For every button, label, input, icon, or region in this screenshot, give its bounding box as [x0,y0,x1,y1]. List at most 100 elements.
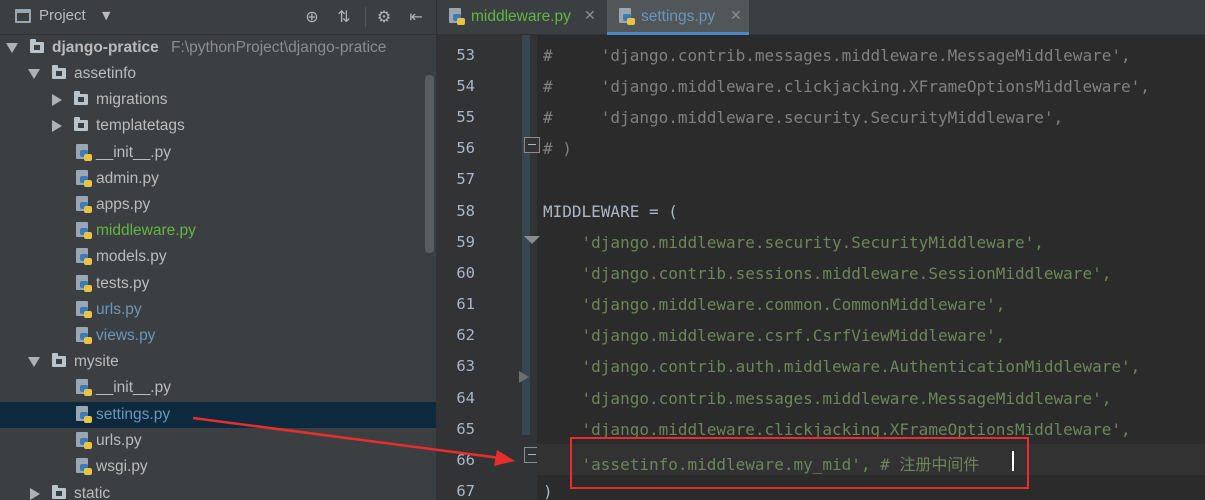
tab-label: middleware.py [471,8,571,25]
tree-item-file[interactable]: urls.py [0,297,436,323]
code-text: # 'django.contrib.messages.middleware.Me… [543,46,1131,65]
code-area[interactable]: # 'django.contrib.messages.middleware.Me… [537,35,1205,500]
tree-item-templatetags[interactable]: templatetags [0,113,436,139]
line-number: 61 [456,295,475,313]
tree-scrollbar[interactable] [425,75,434,253]
python-file-icon [76,301,92,319]
python-file-icon [76,196,92,214]
python-file-icon [76,458,92,476]
tree-item-file[interactable]: __init__.py [0,140,436,166]
folder-icon [74,117,88,131]
chevron-down-icon[interactable]: ▼ [102,9,110,22]
tree-item-label: tests.py [96,275,150,292]
tree-item-file[interactable]: admin.py [0,166,436,192]
tree-item-label: django-pratice [52,39,159,56]
python-file-icon [76,144,92,162]
code-line: MIDDLEWARE = ( [537,195,1205,226]
line-number: 54 [456,77,475,95]
folder-icon [52,65,66,79]
locate-file-icon[interactable]: ⊕ [301,6,323,28]
tree-item-label: templatetags [96,117,185,134]
tree-item-path: F:\pythonProject\django-pratice [171,39,387,56]
line-number: 66 [456,451,475,469]
line-number: 56 [456,139,475,157]
code-line: 'django.contrib.auth.middleware.Authenti… [537,350,1205,381]
code-editor: middleware.py ✕ settings.py ✕ 53 54 55 5… [436,0,1205,500]
tab-settings[interactable]: settings.py ✕ [607,0,749,35]
folder-icon [30,39,44,53]
tree-item-label: urls.py [96,432,142,449]
tree-item-migrations[interactable]: migrations [0,87,436,113]
tree-item-file[interactable]: urls.py [0,428,436,454]
code-line: 'django.middleware.csrf.CsrfViewMiddlewa… [537,319,1205,350]
close-icon[interactable]: ✕ [584,8,596,24]
tree-item-file[interactable]: models.py [0,244,436,270]
close-icon[interactable]: ✕ [730,8,742,24]
code-text: ) [543,482,553,500]
python-file-icon [76,275,92,293]
tree-item-label: models.py [96,248,167,265]
code-line: # 'django.middleware.security.SecurityMi… [537,101,1205,132]
tree-item-static[interactable]: static [0,481,436,500]
project-tool-window: Project ▼ ⊕ ⇅ ⚙ ⇤ django-pratice F:\pyth… [0,0,436,500]
code-text: MIDDLEWARE = ( [543,202,678,221]
python-file-icon [619,8,635,26]
run-gutter-icon[interactable] [519,371,529,383]
tree-item-root[interactable]: django-pratice F:\pythonProject\django-p… [0,35,436,61]
tree-item-label: settings.py [96,406,171,423]
line-number: 65 [456,420,475,438]
python-file-icon [76,432,92,450]
tree-item-file[interactable]: apps.py [0,192,436,218]
code-line: # ) [537,132,1205,163]
editor-tab-bar: middleware.py ✕ settings.py ✕ [437,0,1205,35]
tree-item-label: __init__.py [96,379,171,396]
code-text: 'django.contrib.messages.middleware.Mess… [543,389,1112,408]
tree-item-label: admin.py [96,170,159,187]
tree-item-file[interactable]: middleware.py [0,218,436,244]
tree-item-file[interactable]: tests.py [0,271,436,297]
code-line: 'django.contrib.sessions.middleware.Sess… [537,257,1205,288]
line-number: 55 [456,108,475,126]
tree-item-label: mysite [74,353,119,370]
python-file-icon [76,379,92,397]
tree-item-label: wsgi.py [96,458,148,475]
tree-item-label: views.py [96,327,156,344]
line-number: 58 [456,202,475,220]
code-line: # 'django.middleware.clickjacking.XFrame… [537,70,1205,101]
hide-panel-icon[interactable]: ⇤ [405,6,427,28]
python-file-icon [76,327,92,345]
line-number: 63 [456,357,475,375]
line-number: 57 [456,170,475,188]
collapse-arrow-icon[interactable] [30,488,40,500]
code-text: # ) [543,139,572,158]
collapse-arrow-icon[interactable] [52,94,62,106]
project-title[interactable]: Project [39,7,86,24]
tab-label: settings.py [641,8,716,25]
code-text: 'django.contrib.sessions.middleware.Sess… [543,264,1112,283]
expand-arrow-icon[interactable] [28,69,40,79]
project-header: Project ▼ ⊕ ⇅ ⚙ ⇤ [0,0,436,35]
collapse-arrow-icon[interactable] [52,120,62,132]
python-file-icon [449,8,465,26]
tab-middleware[interactable]: middleware.py ✕ [437,0,603,35]
tree-item-assetinfo[interactable]: assetinfo [0,61,436,87]
expand-arrow-icon[interactable] [28,357,40,367]
tree-item-label: middleware.py [96,222,196,239]
gear-icon[interactable]: ⚙ [373,6,395,28]
code-text: # 'django.middleware.clickjacking.XFrame… [543,77,1150,96]
header-divider [365,7,366,27]
tree-item-file[interactable]: views.py [0,323,436,349]
collapse-all-icon[interactable]: ⇅ [333,6,355,28]
code-text: 'django.middleware.security.SecurityMidd… [543,233,1044,252]
line-number: 60 [456,264,475,282]
tree-item-file[interactable]: wsgi.py [0,454,436,480]
tree-item-mysite[interactable]: mysite [0,349,436,375]
tree-item-file[interactable]: __init__.py [0,375,436,401]
tree-item-file-selected[interactable]: settings.py [0,402,436,428]
line-number: 64 [456,389,475,407]
tree-item-label: assetinfo [74,65,137,82]
expand-arrow-icon[interactable] [6,43,18,53]
tree-item-label: static [74,485,111,500]
annotation-highlight-box [570,437,1029,489]
